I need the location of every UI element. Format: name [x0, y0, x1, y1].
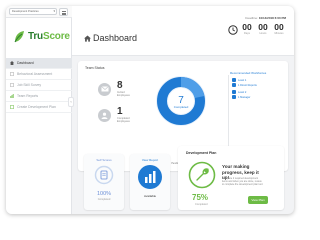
sidebar-item-label: Dashboard — [17, 61, 34, 65]
hamburger-menu-button[interactable] — [59, 8, 68, 16]
home-icon — [84, 35, 91, 42]
badge-item[interactable]: Level 1 — [232, 78, 246, 82]
completed-stat: 1 Completed Employees — [98, 107, 130, 123]
plan-icon — [10, 105, 14, 109]
survey-icon — [10, 83, 14, 87]
mail-icon — [100, 86, 109, 92]
countdown-value: 00 — [258, 22, 268, 32]
badge-label: Level 1 — [238, 78, 247, 82]
view-report-card[interactable]: View Report Available — [130, 154, 170, 210]
countdown: 00 Days 00 Hours 00 Minutes — [228, 23, 286, 35]
completed-count: 1 — [117, 106, 123, 117]
sidebar-item-behavioral-assessment[interactable]: Behavioral Assessment — [6, 69, 72, 80]
sidebar: Development Practices ▾ TruScore Dashboa… — [6, 6, 72, 214]
badge-icon — [232, 90, 236, 94]
person-icon — [101, 112, 108, 119]
invited-icon-badge — [98, 82, 111, 96]
invited-stat: 8 Invited Employees — [98, 81, 130, 97]
clipboard-icon — [10, 72, 14, 76]
sidebar-item-dashboard[interactable]: Dashboard — [6, 58, 72, 69]
clock-icon — [228, 25, 238, 35]
deadline-value: 10/14/2018 6:00 PM — [258, 16, 286, 20]
report-chart-icon — [138, 165, 162, 189]
view-report-title: View Report — [141, 158, 159, 162]
browser-tab-strip: Development Practices ▾ — [6, 6, 72, 18]
sidebar-nav: Dashboard Behavioral Assessment Job Skil… — [6, 58, 72, 113]
logo-score: Score — [42, 30, 70, 42]
view-report-label: Available — [143, 194, 157, 198]
chevron-down-icon: ▾ — [53, 9, 55, 13]
page-title: Dashboard — [93, 33, 138, 43]
countdown-label: Hours — [259, 32, 267, 35]
self-score-card[interactable]: Self Scores 100% Completed — [84, 154, 124, 210]
truscore-logo: TruScore — [14, 28, 70, 44]
logo-wordmark: TruScore — [28, 31, 70, 42]
completed-sublabel: Employees — [117, 120, 130, 123]
countdown-minutes: 00 Minutes — [272, 22, 286, 36]
countdown-days: 00 Days — [240, 22, 254, 36]
team-donut-chart: 7 Completed — [156, 76, 206, 126]
sidebar-collapse-toggle[interactable]: ‹ — [68, 97, 74, 107]
sidebar-item-label: Create Development Plan — [17, 105, 56, 109]
sidebar-item-label: Team Reports — [17, 94, 39, 98]
badges-title: Recommended Workforces — [230, 71, 267, 75]
invited-count: 8 — [117, 80, 123, 91]
badge-item[interactable]: 1 Manager — [232, 95, 250, 99]
development-plan-text: Complete 2 required development items an… — [222, 177, 264, 186]
countdown-label: Days — [244, 32, 250, 35]
page-header: Dashboard Deadline: 10/14/2018 6:00 PM 0… — [72, 6, 294, 56]
development-plan-percent: 75% — [192, 193, 209, 202]
badge-icon — [232, 78, 236, 82]
donut-center-label: Completed — [174, 105, 189, 109]
deadline-label: Deadline: — [245, 16, 258, 20]
sidebar-item-label: Behavioral Assessment — [17, 72, 53, 76]
badge-icon — [232, 83, 236, 87]
badge-label: 1 Manager — [238, 95, 251, 99]
chart-icon — [10, 94, 14, 98]
badge-label: 1 Direct Reports — [238, 83, 257, 87]
team-status-title: Team Status — [85, 66, 105, 70]
development-plan-card: Development Plan Your making progress, k… — [178, 146, 284, 210]
countdown-value: 00 — [242, 22, 252, 32]
countdown-value: 00 — [274, 22, 284, 32]
app-window: Development Practices ▾ TruScore Dashboa… — [6, 6, 294, 214]
invited-sublabel: Employees — [117, 94, 130, 97]
self-score-label: Completed — [97, 198, 111, 201]
completed-icon-badge — [98, 108, 111, 122]
countdown-label: Minutes — [274, 32, 284, 35]
sidebar-item-label: Job Skill Survey — [17, 83, 42, 87]
development-plan-title: Development Plan — [186, 151, 217, 155]
self-score-title: Self Scores — [96, 158, 112, 162]
badge-item[interactable]: 1 Direct Reports — [232, 83, 257, 87]
badge-icon — [232, 95, 236, 99]
sidebar-item-create-development-plan[interactable]: Create Development Plan — [6, 102, 72, 113]
sidebar-item-job-skill-survey[interactable]: Job Skill Survey — [6, 80, 72, 91]
badge-item[interactable]: Level 2 — [232, 90, 246, 94]
practice-select-value: Development Practices — [12, 10, 39, 13]
self-score-ring — [94, 165, 114, 185]
development-plan-percent-label: Completed — [195, 203, 208, 206]
badge-label: Level 2 — [238, 90, 247, 94]
home-icon — [10, 61, 14, 65]
logo-tru: Tru — [28, 30, 43, 42]
countdown-hours: 00 Hours — [256, 22, 270, 36]
view-plan-button[interactable]: View Plan — [248, 196, 268, 204]
deadline: Deadline: 10/14/2018 6:00 PM — [245, 16, 286, 20]
leaf-logo-icon — [14, 30, 24, 42]
wrench-icon — [188, 161, 216, 189]
self-score-value: 100% — [96, 191, 112, 197]
practice-select[interactable]: Development Practices ▾ — [9, 8, 57, 15]
sidebar-item-team-reports[interactable]: Team Reports — [6, 91, 72, 102]
